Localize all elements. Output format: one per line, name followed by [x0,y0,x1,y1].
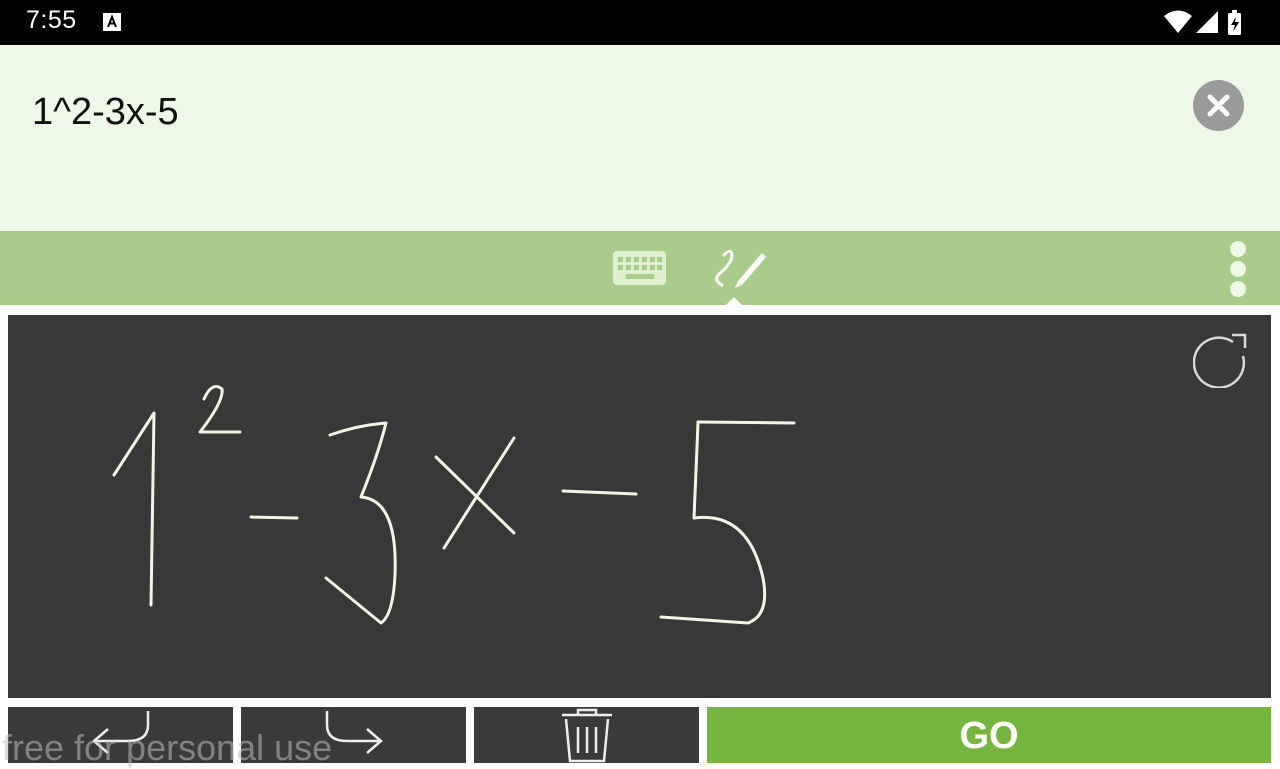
status-bar: 7:55 [0,0,1280,45]
expression-text[interactable]: 1^2-3x-5 [32,91,179,134]
bottom-toolbar: GO [0,699,1280,769]
input-mode-bar [0,231,1280,306]
status-time: 7:55 [26,6,77,34]
delete-button[interactable] [474,707,699,763]
handwriting-strokes [112,385,796,625]
status-icons [1164,10,1241,35]
a-notification-icon [103,13,121,31]
undo-button[interactable] [8,707,233,763]
dot-icon [1230,261,1246,277]
dot-icon [1230,281,1246,297]
keyboard-icon [613,251,666,285]
tab-handwriting[interactable] [710,245,768,291]
redo-arrow-icon [325,711,383,754]
cell-signal-icon [1196,11,1218,33]
handwriting-canvas[interactable] [8,315,1271,698]
refresh-icon [1192,333,1247,389]
trash-icon [562,708,612,763]
redo-button[interactable] [241,707,466,763]
go-button[interactable]: GO [707,707,1271,763]
close-icon [1207,94,1230,117]
expression-input-area[interactable]: 1^2-3x-5 [0,45,1280,231]
reset-canvas-button[interactable] [1192,332,1249,389]
clear-button[interactable] [1193,80,1244,131]
more-options-button[interactable] [1224,239,1252,299]
wifi-icon [1164,10,1192,33]
undo-arrow-icon [92,711,150,754]
handwriting-pen-icon [715,250,766,288]
tab-keyboard[interactable] [612,250,667,286]
active-tab-indicator [725,297,743,306]
dot-icon [1230,241,1246,257]
battery-charging-icon [1228,10,1241,35]
